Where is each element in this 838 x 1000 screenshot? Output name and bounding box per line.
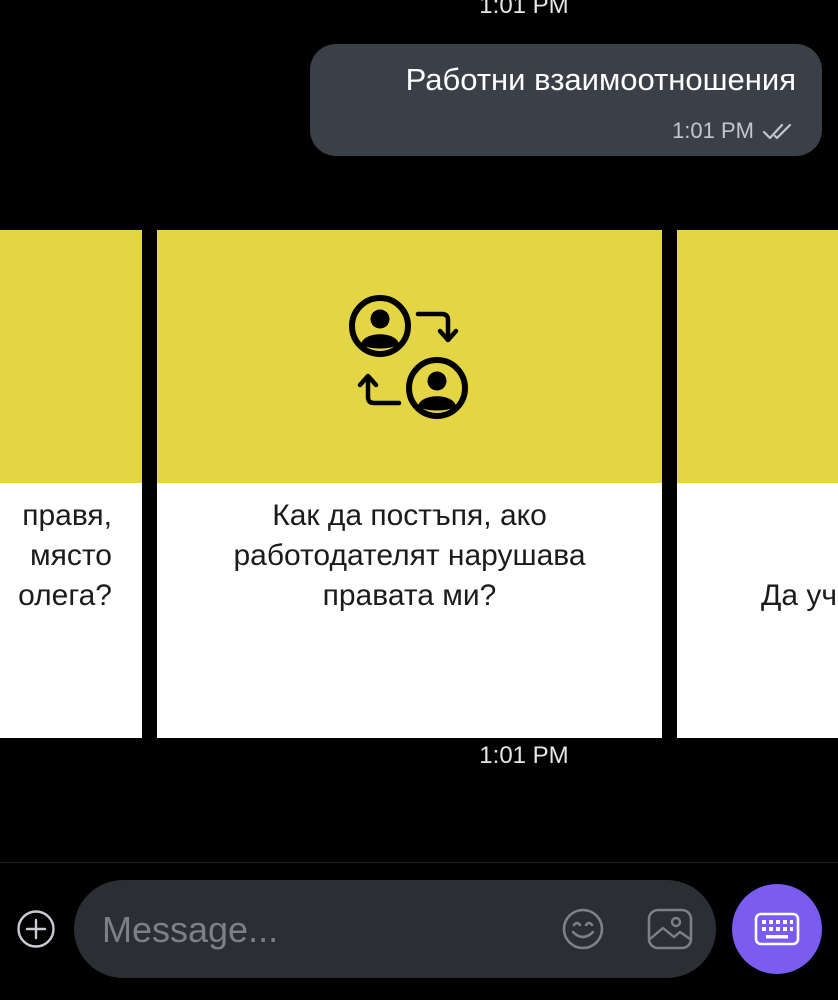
people-swap-icon: [347, 290, 472, 425]
card-line: място: [30, 539, 112, 572]
message-timestamp: 1:01 PM: [479, 0, 569, 19]
message-text: Работни взаимоотношения: [405, 62, 796, 97]
card-text: правя, място олега?: [18, 496, 112, 616]
double-check-icon: [762, 121, 796, 141]
outgoing-message-bubble[interactable]: Работни взаимоотношения 1:01 PM: [310, 44, 822, 156]
suggestion-card[interactable]: Как да постъпя, ако работодателят наруша…: [157, 230, 662, 738]
keyboard-button[interactable]: [732, 884, 822, 974]
suggestion-carousel[interactable]: правя, място олега? Как да постъпя, ако …: [0, 230, 838, 738]
card-line: олега?: [18, 579, 112, 612]
message-composer: [74, 880, 716, 978]
card-line: правата ми?: [322, 579, 497, 612]
message-time: 1:01 PM: [672, 118, 754, 143]
card-header: [0, 230, 142, 483]
card-text: Да уч: [761, 576, 837, 616]
card-line: Да уч: [761, 579, 837, 612]
plus-circle-icon[interactable]: [16, 909, 56, 949]
carousel-timestamp: 1:01 PM: [479, 742, 569, 769]
card-line: работодателят нарушава: [233, 539, 586, 572]
card-line: правя,: [22, 499, 112, 532]
composer-divider: [0, 862, 838, 863]
smiley-icon[interactable]: [560, 906, 606, 952]
image-icon[interactable]: [646, 907, 694, 951]
message-input[interactable]: [100, 904, 544, 956]
card-header: [677, 230, 838, 483]
suggestion-card[interactable]: правя, място олега?: [0, 230, 142, 738]
card-header: [157, 230, 662, 483]
suggestion-card[interactable]: Да уч: [677, 230, 838, 738]
card-text: Как да постъпя, ако работодателят наруша…: [177, 496, 642, 616]
message-meta: 1:01 PM: [672, 118, 796, 144]
card-line: Как да постъпя, ако: [272, 499, 547, 532]
